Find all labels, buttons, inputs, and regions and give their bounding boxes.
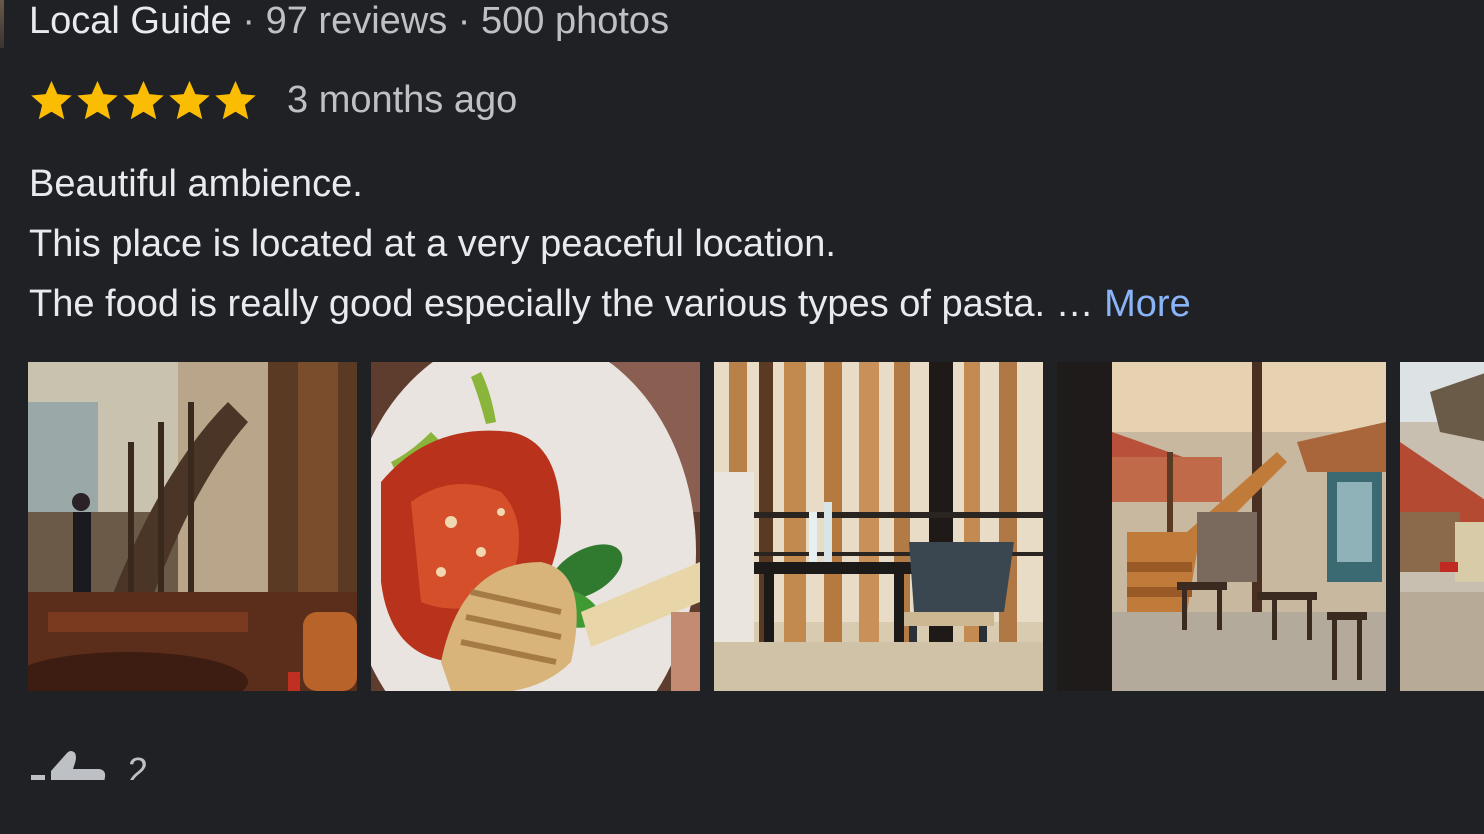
review-count: 97 reviews (265, 0, 448, 42)
reviewer-avatar-edge (0, 0, 4, 48)
review-time: 3 months ago (287, 79, 518, 121)
review-text: Beautiful ambience. This place is locate… (29, 154, 1191, 334)
star-icon (123, 80, 164, 119)
photo-staircase-interior (28, 362, 357, 691)
star-icon (215, 80, 256, 119)
review-photo-1[interactable] (28, 362, 357, 691)
review-line-3-text: The food is really good especially the v… (29, 283, 1105, 325)
bottom-edge (0, 780, 1484, 834)
meta-separator: · (457, 0, 471, 42)
star-icon (31, 80, 72, 119)
star-rating (29, 78, 258, 123)
star-icon (77, 80, 118, 119)
meta-separator: · (242, 0, 256, 42)
photo-exterior (1400, 362, 1484, 691)
reviewer-meta: Local Guide · 97 reviews · 500 photos (29, 0, 669, 46)
review-line-1: Beautiful ambience. (29, 163, 363, 205)
review-line-2: This place is located at a very peaceful… (29, 223, 836, 265)
review-photo-3[interactable] (714, 362, 1043, 691)
more-link[interactable]: More (1104, 283, 1191, 325)
review-photo-4[interactable] (1057, 362, 1386, 691)
review-photos (28, 362, 1484, 691)
review-photo-5[interactable] (1400, 362, 1484, 691)
star-icon (169, 80, 210, 119)
photo-pasta-plate (371, 362, 700, 691)
photo-count: 500 photos (481, 0, 670, 42)
local-guide-badge: Local Guide (29, 0, 232, 42)
review-line-3: The food is really good especially the v… (29, 274, 1191, 334)
rating-row: 3 months ago (29, 74, 517, 126)
photo-cafe-stairs (1057, 362, 1386, 691)
review-photo-2[interactable] (371, 362, 700, 691)
photo-table-chair (714, 362, 1043, 691)
